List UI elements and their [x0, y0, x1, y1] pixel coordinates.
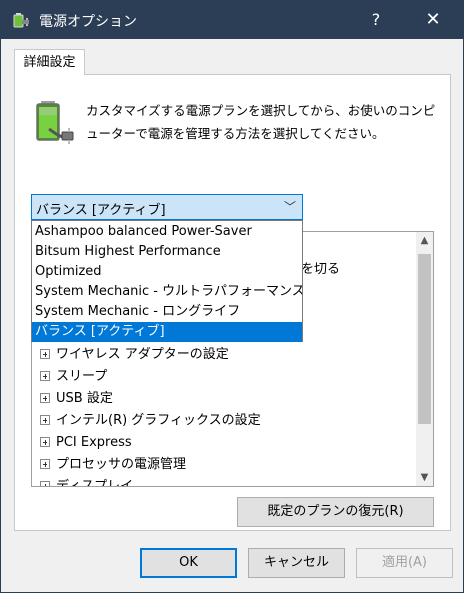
- window-title: 電源オプション: [39, 14, 137, 30]
- restore-defaults-button[interactable]: 既定のプランの復元(R): [237, 497, 434, 527]
- tab-advanced-settings[interactable]: 詳細設定: [14, 49, 85, 75]
- tree-item-label: PCI Express: [56, 435, 132, 450]
- plan-option-selected[interactable]: バランス [アクティブ]: [32, 322, 302, 342]
- tree-item[interactable]: PCI Express: [40, 432, 132, 454]
- tree-item[interactable]: USB 設定: [40, 388, 113, 410]
- expand-icon[interactable]: [40, 480, 50, 486]
- tree-item-label: プロセッサの電源管理: [56, 457, 187, 472]
- plan-select-value: バランス [アクティブ]: [36, 203, 166, 218]
- plan-option[interactable]: System Mechanic - ロングライフ: [32, 302, 302, 322]
- expand-icon[interactable]: [40, 414, 50, 425]
- apply-button[interactable]: 適用(A): [356, 548, 453, 578]
- tree-item[interactable]: ワイヤレス アダプターの設定: [40, 344, 229, 366]
- tree-item[interactable]: インテル(R) グラフィックスの設定: [40, 410, 261, 432]
- scroll-down-icon[interactable]: ▼: [416, 469, 433, 486]
- tree-item-label: インテル(R) グラフィックスの設定: [56, 413, 261, 428]
- tree-item-label: ワイヤレス アダプターの設定: [56, 347, 229, 362]
- help-button[interactable]: ?: [356, 1, 396, 39]
- expand-icon[interactable]: [40, 348, 50, 359]
- plan-option[interactable]: Ashampoo balanced Power-Saver: [32, 222, 302, 242]
- close-button[interactable]: ✕: [411, 1, 455, 39]
- ok-button[interactable]: OK: [140, 548, 237, 578]
- tree-item[interactable]: プロセッサの電源管理: [40, 454, 186, 476]
- scrollbar-thumb[interactable]: [418, 254, 431, 424]
- plan-dropdown-list: Ashampoo balanced Power-Saver Bitsum Hig…: [31, 220, 303, 342]
- plan-option[interactable]: System Mechanic - ウルトラパフォーマンス: [32, 282, 302, 302]
- tree-item-label: USB 設定: [56, 391, 113, 406]
- tree-item[interactable]: スリープ: [40, 366, 107, 388]
- power-options-icon: [11, 10, 31, 30]
- battery-plug-icon: [35, 99, 75, 145]
- cancel-button[interactable]: キャンセル: [248, 548, 345, 578]
- tree-item[interactable]: ディスプレイ: [40, 476, 134, 487]
- tree-item-label: スリープ: [56, 369, 108, 384]
- expand-icon[interactable]: [40, 458, 50, 469]
- scroll-up-icon[interactable]: ▲: [416, 232, 433, 249]
- tree-item-label: ディスプレイ: [56, 479, 134, 487]
- expand-icon[interactable]: [40, 370, 50, 381]
- title-bar: 電源オプション ? ✕: [1, 1, 463, 39]
- plan-option[interactable]: Bitsum Highest Performance: [32, 242, 302, 262]
- plan-select[interactable]: バランス [アクティブ] ﹀: [31, 194, 303, 220]
- power-options-window: 電源オプション ? ✕ 詳細設定 カスタマイズする電源プランを選択してから、お使…: [0, 0, 464, 593]
- tree-scrollbar[interactable]: ▲ ▼: [416, 232, 433, 486]
- expand-icon[interactable]: [40, 436, 50, 447]
- expand-icon[interactable]: [40, 392, 50, 403]
- plan-option[interactable]: Optimized: [32, 262, 302, 282]
- plan-description: カスタマイズする電源プランを選択してから、お使いのコンピューターで電源を管理する…: [86, 103, 436, 141]
- chevron-down-icon: ﹀: [283, 200, 296, 214]
